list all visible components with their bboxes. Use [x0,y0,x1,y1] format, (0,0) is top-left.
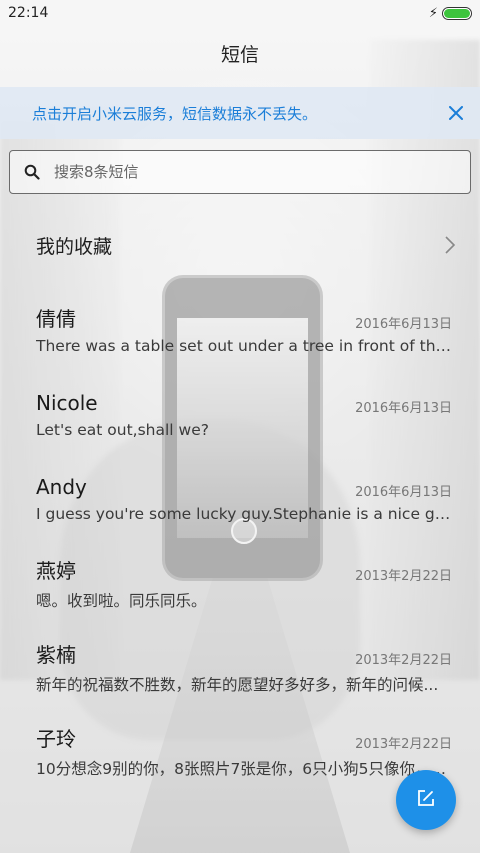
search-box[interactable] [9,150,471,194]
status-time: 22:14 [8,5,49,21]
search-input[interactable] [52,162,470,182]
message-preview: 10分想念9别的你，8张照片7张是你，6只小狗5只像你，4... [36,760,452,778]
search-icon [24,164,40,180]
battery-icon [442,6,472,20]
cloud-service-banner[interactable]: 点击开启小米云服务，短信数据永不丢失。 [0,87,480,139]
chevron-right-icon [444,235,456,255]
message-date: 2016年6月13日 [355,317,452,332]
battery-indicator: ⚡ [428,5,472,21]
favorites-label: 我的收藏 [36,235,113,258]
favorites-row[interactable]: 我的收藏 [0,215,480,275]
conversation-item[interactable]: 倩倩 2016年6月13日 There was a table set out … [0,295,480,379]
conversation-item[interactable]: 紫楠 2013年2月22日 新年的祝福数不胜数，新年的愿望好多好多，新年的问候.… [0,631,480,715]
conversation-list: 倩倩 2016年6月13日 There was a table set out … [0,295,480,799]
compose-button[interactable] [396,770,456,830]
message-date: 2016年6月13日 [355,401,452,416]
banner-message[interactable]: 点击开启小米云服务，短信数据永不丢失。 [32,103,446,124]
message-date: 2013年2月22日 [355,737,452,752]
message-preview: 嗯。收到啦。同乐同乐。 [36,592,207,610]
message-preview: There was a table set out under a tree i… [36,337,452,355]
message-preview: Let's eat out,shall we? [36,421,209,439]
conversation-item[interactable]: Nicole 2016年6月13日 Let's eat out,shall we… [0,379,480,463]
close-icon[interactable] [446,103,466,123]
message-date: 2016年6月13日 [355,485,452,500]
message-date: 2013年2月22日 [355,569,452,584]
conversation-item[interactable]: 燕婷 2013年2月22日 嗯。收到啦。同乐同乐。 [0,547,480,631]
charging-icon: ⚡ [428,5,438,21]
status-bar: 22:14 ⚡ [0,0,480,26]
message-preview: I guess you're some lucky guy.Stephanie … [36,505,452,523]
conversation-item[interactable]: Andy 2016年6月13日 I guess you're some luck… [0,463,480,547]
compose-icon [416,788,436,812]
page-title: 短信 [220,44,259,66]
message-preview: 新年的祝福数不胜数，新年的愿望好多好多，新年的问候... [36,676,439,694]
message-date: 2013年2月22日 [355,653,452,668]
